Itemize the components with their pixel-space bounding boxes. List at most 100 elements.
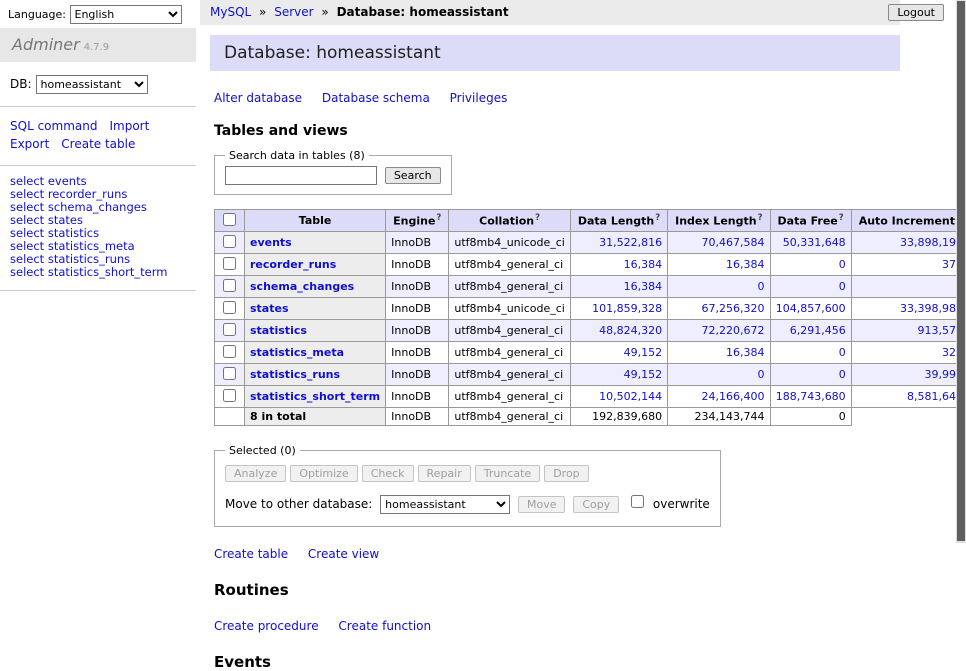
column-help-link[interactable]: ?: [655, 213, 660, 223]
overwrite-checkbox[interactable]: [631, 495, 644, 508]
import-link[interactable]: Import: [109, 119, 149, 133]
row-checkbox[interactable]: [223, 235, 236, 248]
data-length-link[interactable]: 31,522,816: [599, 236, 662, 249]
data-length-link[interactable]: 16,384: [624, 280, 663, 293]
index-length-link[interactable]: 0: [758, 280, 765, 293]
create-procedure-link[interactable]: Create procedure: [214, 619, 319, 633]
breadcrumb-mysql-link[interactable]: MySQL: [210, 5, 251, 19]
row-checkbox[interactable]: [223, 301, 236, 314]
privileges-link[interactable]: Privileges: [450, 91, 508, 105]
index-length-link[interactable]: 16,384: [726, 258, 765, 271]
column-help-link[interactable]: ?: [758, 213, 763, 223]
data-free-link[interactable]: 50,331,648: [783, 236, 846, 249]
create-function-link[interactable]: Create function: [338, 619, 431, 633]
select-table-link[interactable]: select statistics_short_term: [10, 265, 167, 279]
breadcrumb-server-link[interactable]: Server: [274, 5, 313, 19]
index-length-link[interactable]: 24,166,400: [702, 390, 765, 403]
select-table-link[interactable]: select statistics_runs: [10, 252, 130, 266]
export-link[interactable]: Export: [10, 137, 49, 151]
repair-button[interactable]: Repair: [418, 465, 471, 482]
index-length-cell: 72,220,672: [668, 320, 770, 342]
index-length-link[interactable]: 0: [758, 368, 765, 381]
alter-database-link[interactable]: Alter database: [214, 91, 302, 105]
table-row: schema_changes InnoDB utf8mb4_general_ci…: [215, 276, 966, 298]
create-table-sidebar-link[interactable]: Create table: [61, 137, 135, 151]
row-checkbox[interactable]: [223, 389, 236, 402]
table-name-link[interactable]: events: [250, 236, 292, 249]
copy-button[interactable]: Copy: [573, 496, 619, 513]
column-help-link[interactable]: ?: [436, 213, 441, 223]
auto-increment-link[interactable]: 8,581,645: [907, 390, 963, 403]
row-checkbox[interactable]: [223, 323, 236, 336]
row-select-cell: [215, 364, 245, 386]
app-header: Adminer4.7.9: [0, 28, 196, 62]
row-checkbox[interactable]: [223, 257, 236, 270]
breadcrumb-separator: »: [321, 5, 328, 19]
table-name-link[interactable]: recorder_runs: [250, 258, 336, 271]
scrollbar-thumb[interactable]: [957, 1, 965, 541]
breadcrumb-current: Database: homeassistant: [337, 5, 509, 19]
create-view-link[interactable]: Create view: [308, 547, 379, 561]
auto-increment-link[interactable]: 33,898,196: [900, 236, 963, 249]
search-input[interactable]: [225, 166, 377, 185]
data-free-link[interactable]: 188,743,680: [776, 390, 846, 403]
data-length-cell: 49,152: [570, 342, 667, 364]
language-select[interactable]: English: [70, 5, 182, 24]
row-select-cell: [215, 276, 245, 298]
truncate-button[interactable]: Truncate: [475, 465, 540, 482]
sidebar-table-item: select statistics_short_term: [10, 266, 186, 279]
optimize-button[interactable]: Optimize: [290, 465, 357, 482]
move-button[interactable]: Move: [518, 496, 566, 513]
table-name-link[interactable]: statistics: [250, 324, 307, 337]
select-all-checkbox[interactable]: [223, 213, 236, 226]
table-name-link[interactable]: statistics_short_term: [250, 390, 380, 403]
data-length-link[interactable]: 16,384: [624, 258, 663, 271]
row-checkbox[interactable]: [223, 345, 236, 358]
logout-button[interactable]: Logout: [888, 4, 944, 21]
data-length-link[interactable]: 48,824,320: [599, 324, 662, 337]
index-length-link[interactable]: 72,220,672: [702, 324, 765, 337]
index-length-link[interactable]: 70,467,584: [702, 236, 765, 249]
tables-body: events InnoDB utf8mb4_unicode_ci 31,522,…: [215, 232, 966, 426]
table-name-cell: events: [245, 232, 386, 254]
select-table-link[interactable]: select statistics_meta: [10, 239, 135, 253]
sql-command-link[interactable]: SQL command: [10, 119, 97, 133]
data-free-link[interactable]: 0: [839, 368, 846, 381]
data-free-link[interactable]: 0: [839, 346, 846, 359]
search-button[interactable]: Search: [385, 167, 441, 184]
table-name-link[interactable]: schema_changes: [250, 280, 354, 293]
table-name-link[interactable]: statistics_runs: [250, 368, 340, 381]
check-button[interactable]: Check: [362, 465, 414, 482]
select-table-link[interactable]: select statistics: [10, 226, 99, 240]
create-table-link[interactable]: Create table: [214, 547, 288, 561]
index-length-link[interactable]: 67,256,320: [702, 302, 765, 315]
auto-increment-cell: 6: [851, 276, 966, 298]
move-db-select[interactable]: homeassistant: [380, 495, 510, 514]
db-select[interactable]: homeassistant: [36, 75, 148, 94]
table-name-link[interactable]: states: [250, 302, 289, 315]
select-table-link[interactable]: select schema_changes: [10, 200, 147, 214]
data-length-link[interactable]: 10,502,144: [599, 390, 662, 403]
vertical-scrollbar[interactable]: [956, 0, 966, 543]
drop-button[interactable]: Drop: [544, 465, 588, 482]
row-checkbox[interactable]: [223, 279, 236, 292]
auto-increment-link[interactable]: 33,398,984: [900, 302, 963, 315]
data-length-link[interactable]: 101,859,328: [592, 302, 662, 315]
column-help-link[interactable]: ?: [839, 213, 844, 223]
database-schema-link[interactable]: Database schema: [322, 91, 430, 105]
adminer-logo-link[interactable]: Adminer: [12, 35, 80, 54]
analyze-button[interactable]: Analyze: [225, 465, 286, 482]
table-name-link[interactable]: statistics_meta: [250, 346, 344, 359]
data-free-link[interactable]: 0: [839, 280, 846, 293]
data-length-link[interactable]: 49,152: [624, 368, 663, 381]
column-help-link[interactable]: ?: [535, 213, 540, 223]
data-free-link[interactable]: 0: [839, 258, 846, 271]
data-length-link[interactable]: 49,152: [624, 346, 663, 359]
index-length-link[interactable]: 16,384: [726, 346, 765, 359]
select-table-link[interactable]: select recorder_runs: [10, 187, 127, 201]
select-table-link[interactable]: select states: [10, 213, 83, 227]
row-checkbox[interactable]: [223, 367, 236, 380]
select-table-link[interactable]: select events: [10, 174, 87, 188]
data-free-link[interactable]: 6,291,456: [790, 324, 846, 337]
data-free-link[interactable]: 104,857,600: [776, 302, 846, 315]
